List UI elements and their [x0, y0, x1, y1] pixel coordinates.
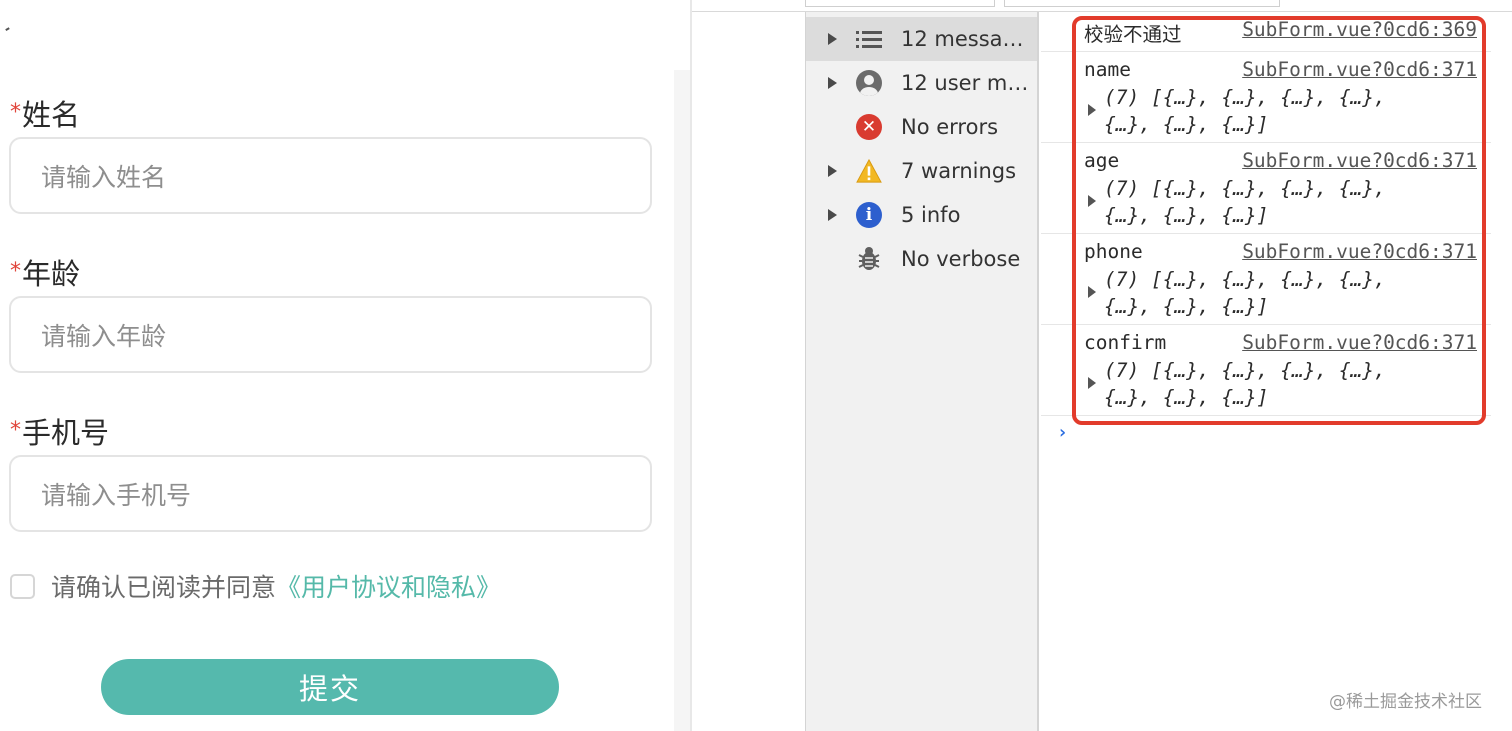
- source-link[interactable]: SubForm.vue?0cd6:371: [1242, 331, 1477, 354]
- sidebar-item-errors[interactable]: ✕ No errors: [806, 105, 1037, 149]
- watermark: @稀土掘金技术社区: [1329, 692, 1482, 712]
- sidebar-item-label: 7 warnings: [901, 159, 1017, 183]
- info-icon: i: [856, 202, 882, 228]
- sidebar-item-warnings[interactable]: 7 warnings: [806, 149, 1037, 193]
- warning-icon: [856, 158, 882, 184]
- sidebar-item-label: 12 user me…: [901, 71, 1035, 95]
- console-gutter: [692, 12, 806, 731]
- user-icon: [856, 70, 882, 96]
- required-mark: *: [10, 418, 21, 443]
- sidebar-item-verbose[interactable]: No verbose: [806, 237, 1037, 281]
- required-mark: *: [10, 100, 21, 125]
- agreement-link[interactable]: 《用户协议和隐私》: [276, 568, 501, 604]
- sidebar-item-label: No verbose: [901, 247, 1021, 271]
- expand-arrow-icon[interactable]: [828, 165, 837, 177]
- filter-input[interactable]: [1004, 0, 1280, 7]
- console-message: confirm SubForm.vue?0cd6:371 (7) [{…}, {…: [1041, 325, 1491, 416]
- expand-arrow-icon[interactable]: [1088, 195, 1096, 207]
- source-link[interactable]: SubForm.vue?0cd6:369: [1242, 18, 1477, 41]
- console-sidebar: 12 messages 12 user me… ✕ No errors 7 wa…: [806, 12, 1039, 731]
- sidebar-item-user-messages[interactable]: 12 user me…: [806, 61, 1037, 105]
- signup-form: *姓名 请输入姓名 *年龄 请输入年龄 *手机号 请输入手机号 请确认已阅读并同…: [0, 0, 690, 731]
- expand-arrow-icon[interactable]: [828, 33, 837, 45]
- age-label: *年龄: [10, 257, 81, 291]
- array-preview-line[interactable]: {…}, {…}, {…}]: [1104, 111, 1268, 138]
- agreement-text: 请确认已阅读并同意: [51, 573, 277, 602]
- expand-arrow-icon[interactable]: [1088, 104, 1096, 116]
- console-message: name SubForm.vue?0cd6:371 (7) [{…}, {…},…: [1041, 52, 1491, 143]
- sidebar-item-info[interactable]: i 5 info: [806, 193, 1037, 237]
- console-message: phone SubForm.vue?0cd6:371 (7) [{…}, {…}…: [1041, 234, 1491, 325]
- list-icon: [856, 26, 882, 52]
- age-input[interactable]: 请输入年龄: [9, 296, 652, 373]
- phone-placeholder: 请输入手机号: [41, 480, 192, 510]
- console-message: age SubForm.vue?0cd6:371 (7) [{…}, {…}, …: [1041, 143, 1491, 234]
- array-preview-line[interactable]: (7) [{…}, {…}, {…}, {…},: [1104, 266, 1386, 293]
- source-link[interactable]: SubForm.vue?0cd6:371: [1242, 58, 1477, 81]
- phone-input[interactable]: 请输入手机号: [9, 455, 652, 532]
- array-preview-line[interactable]: {…}, {…}, {…}]: [1104, 202, 1268, 229]
- devtools-console-panel: 12 messages 12 user me… ✕ No errors 7 wa…: [692, 0, 1512, 731]
- expand-arrow-icon[interactable]: [828, 209, 837, 221]
- sidebar-item-label: No errors: [901, 115, 999, 139]
- array-preview-line[interactable]: (7) [{…}, {…}, {…}, {…},: [1104, 175, 1386, 202]
- expand-arrow-icon[interactable]: [1088, 377, 1096, 389]
- toolbar-strip: [692, 0, 1512, 12]
- agreement-checkbox[interactable]: [10, 573, 35, 599]
- array-preview-line[interactable]: {…}, {…}, {…}]: [1104, 293, 1268, 320]
- log-text: age: [1084, 149, 1120, 172]
- log-text: phone: [1084, 240, 1143, 263]
- name-placeholder: 请输入姓名: [41, 162, 167, 192]
- sidebar-item-label: 5 info: [901, 203, 961, 227]
- array-preview-line[interactable]: (7) [{…}, {…}, {…}, {…},: [1104, 357, 1386, 384]
- array-preview-line[interactable]: (7) [{…}, {…}, {…}, {…},: [1104, 84, 1386, 111]
- agreement-row: 请确认已阅读并同意 《用户协议和隐私》: [10, 566, 501, 606]
- name-input[interactable]: 请输入姓名: [9, 137, 652, 214]
- array-preview-line[interactable]: {…}, {…}, {…}]: [1104, 384, 1268, 411]
- log-text: 校验不通过: [1084, 23, 1182, 46]
- expand-arrow-icon[interactable]: [1088, 286, 1096, 298]
- sidebar-item-messages[interactable]: 12 messages: [806, 17, 1037, 61]
- phone-label: *手机号: [10, 416, 110, 450]
- error-icon: ✕: [856, 114, 882, 140]
- expand-arrow-icon[interactable]: [828, 77, 837, 89]
- stray-mark: [5, 27, 11, 33]
- submit-button[interactable]: 提交: [101, 659, 559, 715]
- name-label: *姓名: [10, 98, 81, 132]
- required-mark: *: [10, 259, 21, 284]
- console-output: 校验不通过 SubForm.vue?0cd6:369 name SubForm.…: [1041, 12, 1512, 731]
- age-placeholder: 请输入年龄: [41, 321, 167, 351]
- log-text: name: [1084, 58, 1131, 81]
- source-link[interactable]: SubForm.vue?0cd6:371: [1242, 240, 1477, 263]
- console-prompt-icon[interactable]: ›: [1057, 422, 1068, 443]
- log-text: confirm: [1084, 331, 1167, 354]
- sidebar-item-label: 12 messages: [901, 27, 1035, 51]
- toolbar-control[interactable]: [805, 0, 995, 7]
- console-message: 校验不通过 SubForm.vue?0cd6:369: [1041, 12, 1491, 52]
- source-link[interactable]: SubForm.vue?0cd6:371: [1242, 149, 1477, 172]
- form-scroll-strip: [674, 70, 690, 731]
- bug-icon: [856, 246, 882, 272]
